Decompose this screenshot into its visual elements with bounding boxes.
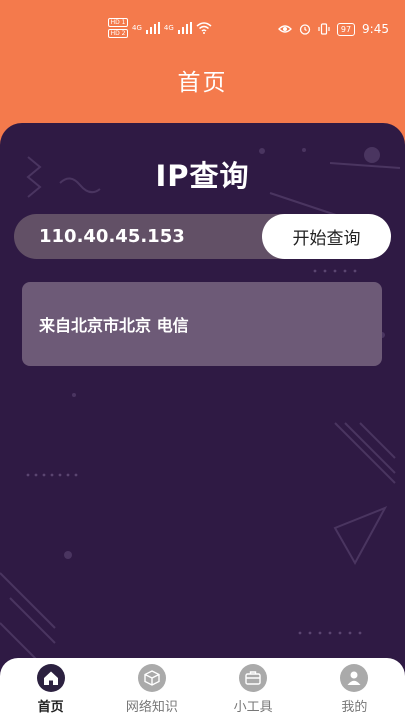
header: 首页 [0, 60, 405, 106]
result-text: 来自北京市北京 电信 [39, 316, 189, 335]
user-icon [340, 664, 369, 692]
home-icon [36, 664, 65, 692]
network1-label: 4G [132, 24, 142, 32]
page-title: 首页 [177, 70, 228, 96]
status-left: HD 1 HD 2 4G 4G [108, 18, 212, 38]
ip-query-title: IP查询 [155, 159, 250, 193]
tab-label: 首页 [37, 700, 64, 715]
search-bar: 开始查询 [14, 214, 391, 259]
battery-icon: 97 [336, 22, 356, 36]
sim-indicators: HD 1 HD 2 [108, 18, 128, 38]
tab-network-knowledge[interactable]: 网络知识 [101, 658, 202, 720]
signal-icon [177, 22, 192, 34]
toolbox-icon [239, 664, 268, 692]
sim1-badge: HD 1 [108, 18, 128, 27]
wifi-icon [196, 22, 212, 34]
sim2-badge: HD 2 [108, 29, 128, 38]
ip-address-input[interactable] [14, 214, 262, 259]
vibrate-icon [318, 23, 330, 35]
tab-mine[interactable]: 我的 [304, 658, 405, 720]
alarm-icon [299, 24, 311, 35]
status-right: 97 9:45 [277, 22, 389, 36]
main-panel: IP查询 开始查询 来自北京市北京 电信 首页 网络知识 [0, 123, 405, 720]
background-decoration [0, 147, 401, 669]
tab-label: 小工具 [233, 700, 273, 715]
network2-label: 4G [163, 24, 174, 32]
signal-icon [145, 22, 160, 34]
clock: 9:45 [362, 22, 389, 36]
result-card: 来自北京市北京 电信 [22, 282, 382, 366]
status-bar: HD 1 HD 2 4G 4G 97 9:45 [0, 0, 405, 60]
tab-home[interactable]: 首页 [0, 658, 101, 720]
eye-icon [277, 25, 292, 33]
box-icon [137, 664, 166, 692]
tab-label: 我的 [341, 700, 368, 715]
tab-label: 网络知识 [125, 700, 178, 715]
tab-tools[interactable]: 小工具 [203, 658, 304, 720]
start-query-button[interactable]: 开始查询 [262, 214, 391, 259]
bottom-tab-bar: 首页 网络知识 小工具 我的 [0, 658, 405, 720]
